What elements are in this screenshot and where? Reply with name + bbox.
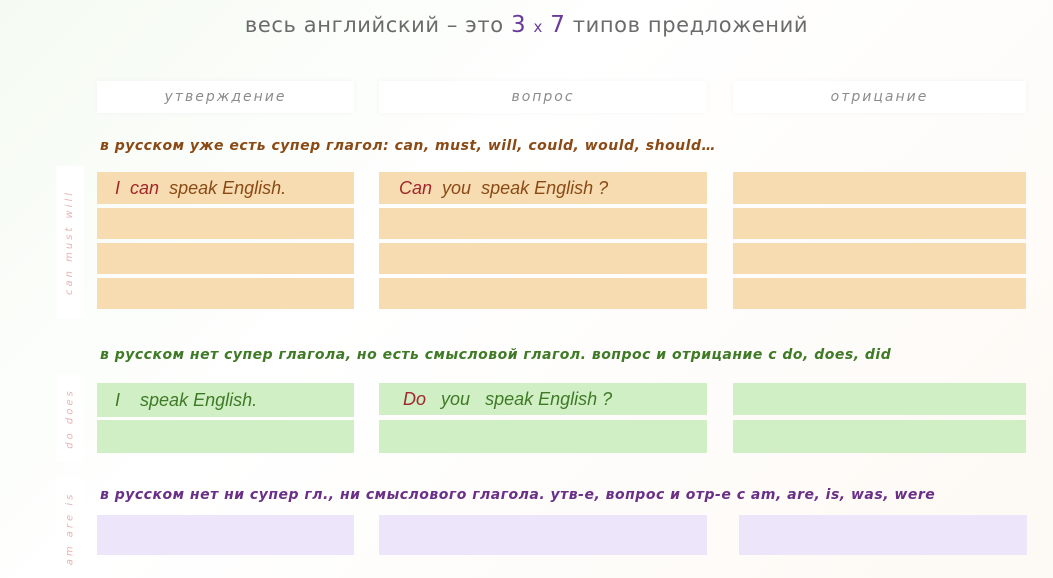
section-modal-verbs-heading: в русском уже есть супер глагол: can, mu… (100, 138, 716, 154)
section-do-verbs-heading: в русском нет супер глагола, но есть смы… (100, 347, 892, 363)
page-title: весь английский – это 3 x 7 типов предло… (244, 12, 809, 38)
side-label-modals: can must will (56, 166, 84, 318)
negative-cell (733, 383, 1026, 415)
question-cell (379, 278, 707, 309)
side-label-do: do does (56, 375, 84, 461)
negative-cell (733, 420, 1026, 453)
subject-text: you (442, 177, 472, 198)
auxiliary-text: Do (403, 388, 427, 409)
negative-cell (733, 172, 1026, 204)
predicate-text: speak English ? (485, 388, 613, 409)
question-cell: Do you speak English ? (379, 383, 707, 415)
predicate-text: speak English. (140, 389, 258, 410)
column-header-question: вопрос (379, 81, 707, 113)
affirmative-cell (97, 515, 354, 555)
question-cell (379, 515, 707, 555)
affirmative-cell (97, 243, 354, 274)
column-header-negative: отрицание (733, 81, 1026, 113)
negative-cell (733, 278, 1026, 309)
side-label-be: am are is (56, 478, 84, 578)
negative-cell (733, 243, 1026, 274)
section-be-verbs-heading: в русском нет ни супер гл., ни смысловог… (100, 487, 936, 503)
affirmative-cell: I speak English. (97, 383, 354, 417)
affirmative-cell (97, 420, 354, 453)
modal-text: can (130, 177, 160, 198)
subject-text: you (441, 388, 471, 409)
affirmative-cell: I can speak English. (97, 172, 354, 204)
predicate-text: speak English. (169, 177, 287, 198)
question-cell (379, 420, 707, 453)
predicate-text: speak English ? (481, 177, 609, 198)
question-cell: Can you speak English ? (379, 172, 707, 204)
affirmative-cell (97, 278, 354, 309)
question-cell (379, 243, 707, 274)
negative-cell (733, 208, 1026, 239)
negative-cell (739, 515, 1027, 555)
affirmative-cell (97, 208, 354, 239)
modal-text: Can (399, 177, 433, 198)
question-cell (379, 208, 707, 239)
column-header-affirmative: утверждение (97, 81, 354, 113)
